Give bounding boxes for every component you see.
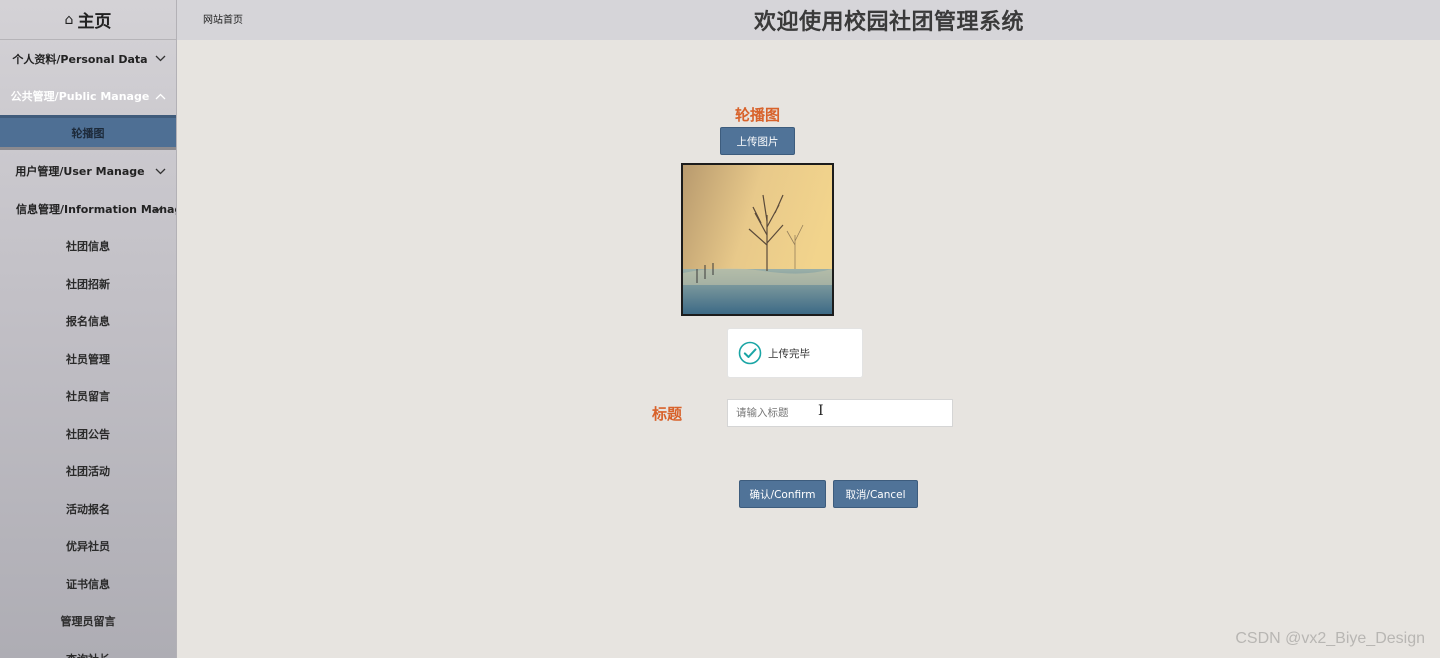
sidebar-item-13[interactable]: 优异社员 [0, 528, 176, 566]
sidebar-item-label: 查询社长 [66, 651, 110, 658]
chevron-down-icon [154, 54, 166, 64]
sidebar-home-link[interactable]: ⌂ 主页 [0, 0, 176, 40]
sidebar-item-label: 轮播图 [71, 126, 105, 140]
carousel-field-label: 轮播图 [735, 106, 781, 124]
sidebar-item-label: 社员留言 [66, 390, 110, 404]
uploaded-image-preview [681, 163, 834, 316]
sidebar-item-8[interactable]: 社员管理 [0, 340, 176, 378]
sidebar-item-6[interactable]: 社团招新 [0, 265, 176, 303]
sidebar-item-9[interactable]: 社员留言 [0, 378, 176, 416]
chevron-down-icon [154, 166, 166, 176]
page-title: 欢迎使用校园社团管理系统 [754, 10, 1025, 35]
sidebar-item-14[interactable]: 证书信息 [0, 565, 176, 603]
sidebar-menu: 个人资料/Personal Data 公共管理/Public Manage 轮播图用… [0, 40, 176, 658]
sidebar-item-label: 管理员留言 [60, 615, 116, 629]
sidebar-item-label: 社团公告 [66, 427, 110, 441]
upload-image-button[interactable]: 上传图片 [720, 127, 795, 155]
sidebar-item-12[interactable]: 活动报名 [0, 490, 176, 528]
sidebar-item-label: 社团招新 [66, 277, 110, 291]
text-cursor-icon: I [818, 403, 824, 419]
check-icon [152, 204, 164, 214]
sidebar-item-11[interactable]: 社团活动 [0, 453, 176, 491]
sidebar-group-4[interactable]: 信息管理/Information Manage [0, 190, 176, 228]
sidebar-item-label: 优异社员 [66, 540, 110, 554]
sidebar-group-3[interactable]: 用户管理/User Manage [0, 153, 176, 191]
confirm-button[interactable]: 确认/Confirm [739, 480, 826, 508]
foggy-tree-image [683, 165, 832, 314]
sidebar-item-16[interactable]: 查询社长 [0, 640, 176, 658]
sidebar-item-label: 社团信息 [66, 240, 110, 254]
sidebar-item-label: 个人资料/Personal Data [12, 52, 148, 66]
sidebar-item-label: 用户管理/User Manage [15, 165, 145, 179]
sidebar-item-label: 证书信息 [66, 577, 110, 591]
sidebar-item-label: 报名信息 [66, 315, 110, 329]
breadcrumb-home-link[interactable]: 网站首页 [203, 11, 243, 26]
upload-success-toast: 上传完毕 [727, 328, 863, 378]
top-bar: 网站首页 欢迎使用校园社团管理系统 [177, 0, 1440, 40]
sidebar-item-10[interactable]: 社团公告 [0, 415, 176, 453]
sidebar-item-2[interactable]: 轮播图 [0, 115, 176, 150]
cancel-button[interactable]: 取消/Cancel [833, 480, 918, 508]
sidebar-group-0[interactable]: 个人资料/Personal Data [0, 40, 176, 78]
home-icon: ⌂ [64, 11, 74, 28]
sidebar-group-1[interactable]: 公共管理/Public Manage [0, 78, 176, 116]
sidebar: ⌂ 主页 个人资料/Personal Data 公共管理/Public Manag… [0, 0, 177, 658]
title-field-label: 标题 [652, 405, 683, 423]
check-circle-icon [738, 341, 762, 365]
home-label: 主页 [77, 12, 112, 32]
sidebar-item-15[interactable]: 管理员留言 [0, 603, 176, 641]
sidebar-item-7[interactable]: 报名信息 [0, 303, 176, 341]
sidebar-item-5[interactable]: 社团信息 [0, 228, 176, 266]
watermark: CSDN @vx2_Biye_Design [1235, 630, 1425, 647]
sidebar-item-label: 活动报名 [66, 502, 110, 516]
chevron-up-icon [154, 91, 166, 101]
sidebar-item-label: 公共管理/Public Manage [10, 90, 150, 104]
upload-status-text: 上传完毕 [768, 347, 810, 360]
sidebar-item-label: 社员管理 [66, 352, 110, 366]
sidebar-item-label: 社团活动 [66, 465, 110, 479]
title-input[interactable] [727, 399, 953, 427]
